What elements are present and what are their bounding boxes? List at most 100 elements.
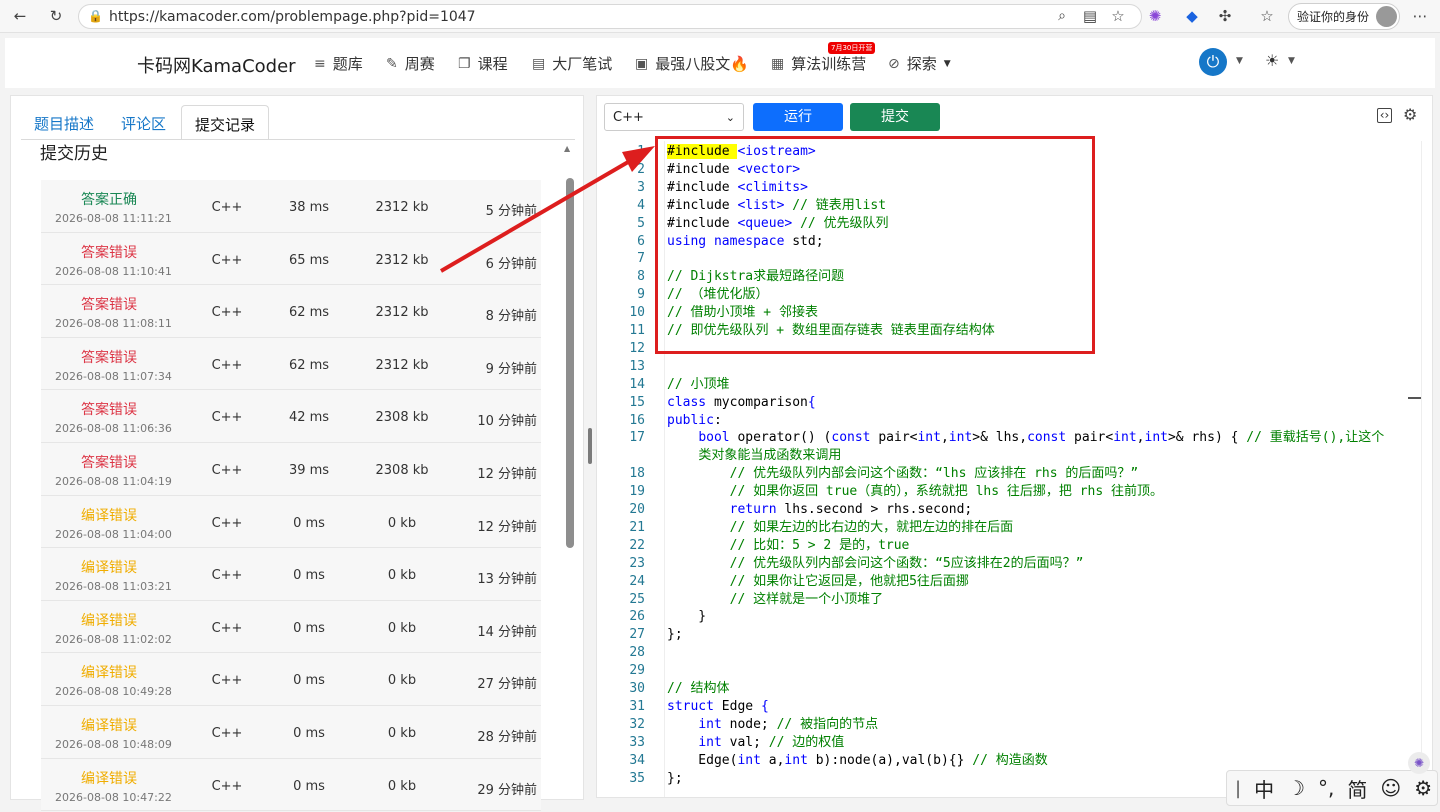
line-number: 16 bbox=[629, 412, 645, 428]
brain-icon[interactable]: ✺ bbox=[1408, 752, 1430, 774]
submission-date: 2026-08-08 11:04:19 bbox=[55, 474, 172, 488]
extension-icon[interactable]: ◆ bbox=[1180, 4, 1204, 28]
table-row[interactable]: 答案错误 2026-08-08 11:07:34 C++ 62 ms 2312 kb 9 … bbox=[41, 337, 541, 391]
editor-scrollbar[interactable] bbox=[1421, 141, 1422, 797]
code-line[interactable]: struct Edge { bbox=[667, 698, 769, 716]
nav-exam[interactable]: ▤ 大厂笔试 bbox=[532, 53, 612, 74]
submission-memory: 2308 kb bbox=[375, 410, 429, 426]
submission-status: 答案错误 bbox=[81, 402, 137, 419]
code-line[interactable]: return lhs.second > rhs.second; bbox=[667, 501, 973, 519]
code-line[interactable]: // 如果左边的比右边的大，就把左边的排在后面 bbox=[667, 519, 1013, 537]
tab-comments[interactable]: 评论区 bbox=[108, 105, 179, 139]
submit-button[interactable]: 提交 bbox=[850, 103, 940, 131]
punctuation-icon[interactable]: °, bbox=[1318, 776, 1334, 800]
scrollbar-thumb[interactable] bbox=[566, 178, 574, 548]
back-icon[interactable]: ← bbox=[8, 4, 32, 28]
ime-toolbar: | 中 ☽ °, 简 ☺ ⚙ bbox=[1226, 770, 1438, 806]
table-row[interactable]: 答案错误 2026-08-08 11:08:11 C++ 62 ms 2312 kb 8 … bbox=[41, 285, 541, 338]
refresh-icon[interactable]: ↻ bbox=[44, 4, 68, 28]
list-icon: ≡ bbox=[314, 55, 326, 72]
language-select[interactable]: C++ ⌄ bbox=[604, 103, 744, 131]
code-line[interactable]: // 小顶堆 bbox=[667, 376, 729, 394]
code-line[interactable]: }; bbox=[667, 770, 683, 788]
nav-baguwen[interactable]: ▣ 最强八股文🔥 bbox=[635, 53, 749, 74]
moon-icon[interactable]: ☽ bbox=[1287, 776, 1305, 800]
nav-label: 算法训练营 bbox=[791, 55, 867, 73]
code-line[interactable]: int node; // 被指向的节点 bbox=[667, 716, 878, 734]
table-row[interactable]: 编译错误 2026-08-08 11:02:02 C++ 0 ms 0 kb 14 分钟前 bbox=[41, 600, 541, 654]
calendar-icon: ▦ bbox=[771, 55, 785, 72]
training-badge: 7月30日开营 bbox=[828, 42, 876, 54]
ime-settings-icon[interactable]: ⚙ bbox=[1414, 776, 1432, 800]
code-line[interactable]: class mycomparison{ bbox=[667, 394, 816, 412]
favorite-icon[interactable]: ☆ bbox=[1106, 4, 1130, 28]
favorites-list-icon[interactable]: ☆ bbox=[1255, 4, 1279, 28]
code-line[interactable]: Edge(int a,int b):node(a),val(b){} // 构造… bbox=[667, 752, 1047, 770]
nav-training[interactable]: ▦ 算法训练营 bbox=[771, 53, 866, 74]
code-line[interactable]: // 优先级队列内部会问这个函数：“5应该排在2的后面吗？” bbox=[667, 555, 1084, 573]
line-number: 14 bbox=[629, 376, 645, 392]
table-row[interactable]: 编译错误 2026-08-08 10:48:09 C++ 0 ms 0 kb 28 分钟前 bbox=[41, 705, 541, 759]
caret-down-icon[interactable]: ▼ bbox=[1236, 56, 1243, 66]
code-view-icon[interactable]: ‹› bbox=[1377, 108, 1392, 123]
line-number: 26 bbox=[629, 609, 645, 625]
table-row[interactable]: 答案正确 2026-08-08 11:11:21 C++ 38 ms 2312 kb 5 … bbox=[41, 180, 541, 233]
table-row[interactable]: 答案错误 2026-08-08 11:10:41 C++ 65 ms 2312 kb 6 … bbox=[41, 232, 541, 286]
submission-age: 8 分钟前 bbox=[485, 309, 537, 325]
puzzle-icon[interactable]: ✣ bbox=[1213, 4, 1237, 28]
user-power-icon[interactable]: ⏻ bbox=[1199, 48, 1227, 76]
drag-handle-icon[interactable]: | bbox=[1235, 778, 1241, 799]
scroll-up-icon[interactable]: ▲ bbox=[564, 144, 570, 153]
code-line[interactable]: int val; // 边的权值 bbox=[667, 734, 844, 752]
submission-language: C++ bbox=[211, 357, 243, 373]
submission-memory: 2308 kb bbox=[375, 462, 429, 478]
table-row[interactable]: 编译错误 2026-08-08 10:47:22 C++ 0 ms 0 kb 29 分钟前 bbox=[41, 758, 541, 812]
table-row[interactable]: 答案错误 2026-08-08 11:04:19 C++ 39 ms 2308 kb 12… bbox=[41, 442, 541, 496]
theme-sun-icon[interactable]: ☀ bbox=[1265, 51, 1279, 70]
code-line[interactable]: public: bbox=[667, 412, 722, 430]
table-row[interactable]: 答案错误 2026-08-08 11:06:36 C++ 42 ms 2308 kb 10… bbox=[41, 390, 541, 443]
site-logo[interactable]: 卡码网KamaCoder bbox=[137, 52, 296, 78]
more-icon[interactable]: ⋯ bbox=[1408, 4, 1432, 28]
table-row[interactable]: 编译错误 2026-08-08 11:03:21 C++ 0 ms 0 kb 13 分钟前 bbox=[41, 548, 541, 601]
tab-submissions[interactable]: 提交记录 bbox=[181, 105, 270, 139]
table-row[interactable]: 编译错误 2026-08-08 10:49:28 C++ 0 ms 0 kb 27 分钟前 bbox=[41, 653, 541, 706]
zoom-icon[interactable]: ⌕ bbox=[1050, 4, 1074, 28]
code-line[interactable]: }; bbox=[667, 626, 683, 644]
submission-age: 14 分钟前 bbox=[477, 624, 537, 640]
line-number: 4 bbox=[637, 197, 645, 213]
code-line[interactable]: // 比如：5 > 2 是的，true bbox=[667, 537, 910, 555]
submission-date: 2026-08-08 10:47:22 bbox=[55, 790, 172, 804]
line-number: 13 bbox=[629, 358, 645, 374]
code-line[interactable]: // 如果你返回 true（真的），系统就把 lhs 往后挪，把 rhs 往前顶… bbox=[667, 483, 1163, 501]
settings-icon[interactable]: ⚙ bbox=[1403, 105, 1417, 124]
nav-explore[interactable]: ⊘ 探索 ▼ bbox=[888, 53, 951, 74]
submission-time: 39 ms bbox=[288, 462, 330, 478]
copilot-icon[interactable]: ✺ bbox=[1143, 4, 1167, 28]
code-line[interactable]: 类对象能当成函数来调用 bbox=[667, 447, 841, 465]
nav-course[interactable]: ❐ 课程 bbox=[458, 53, 508, 74]
tab-description[interactable]: 题目描述 bbox=[21, 105, 107, 139]
run-button[interactable]: 运行 bbox=[753, 103, 843, 131]
compass-icon: ⊘ bbox=[888, 55, 900, 72]
nav-weekly[interactable]: ✎ 周赛 bbox=[386, 53, 435, 74]
nav-problems[interactable]: ≡ 题库 bbox=[314, 53, 363, 74]
ime-simplified[interactable]: 简 bbox=[1347, 774, 1367, 803]
panel-splitter[interactable] bbox=[588, 428, 592, 464]
profile-button[interactable]: 验证你的身份 bbox=[1288, 3, 1400, 30]
submission-language: C++ bbox=[211, 725, 243, 741]
code-line[interactable]: // 这样就是一个小顶堆了 bbox=[667, 591, 883, 609]
reader-icon[interactable]: ▤ bbox=[1078, 4, 1102, 28]
address-bar[interactable]: 🔒 https://kamacoder.com/problempage.php?… bbox=[78, 4, 1142, 29]
submission-panel: 题目描述 评论区 提交记录 提交历史 答案正确 2026-08-08 11:11:… bbox=[10, 95, 584, 812]
table-row[interactable]: 编译错误 2026-08-08 11:04:00 C++ 0 ms 0 kb 12 分钟前 bbox=[41, 495, 541, 549]
ime-mode[interactable]: 中 bbox=[1254, 774, 1274, 803]
code-line[interactable]: // 如果你让它返回是，他就把5往后面挪 bbox=[667, 573, 969, 591]
code-line[interactable]: // 结构体 bbox=[667, 680, 729, 698]
code-line[interactable]: } bbox=[667, 608, 706, 626]
emoji-icon[interactable]: ☺ bbox=[1380, 776, 1401, 800]
code-line[interactable]: // 优先级队列内部会问这个函数：“lhs 应该排在 rhs 的后面吗？” bbox=[667, 465, 1139, 483]
code-line[interactable]: bool operator() (const pair<int,int>& lh… bbox=[667, 429, 1384, 447]
caret-down-icon[interactable]: ▼ bbox=[1288, 56, 1295, 66]
submission-time: 65 ms bbox=[288, 252, 330, 268]
